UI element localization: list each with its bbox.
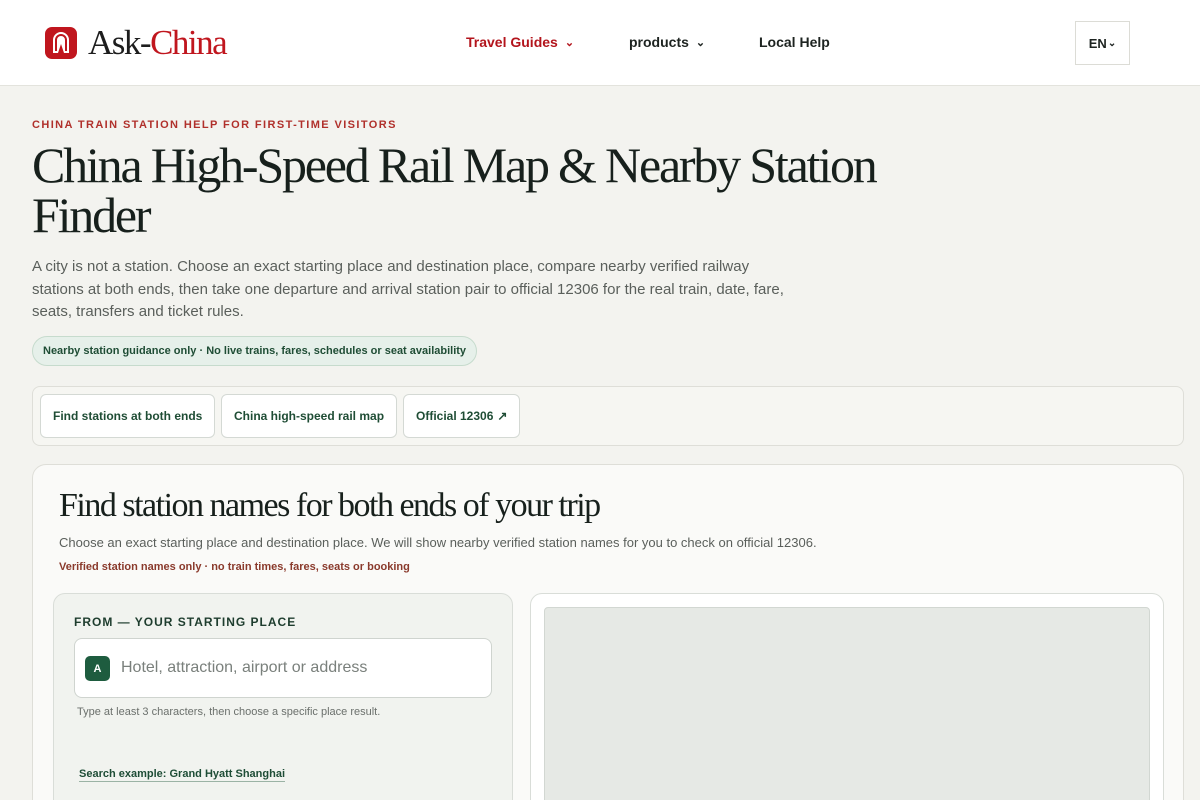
- section-tabs: Find stations at both ends China high-sp…: [32, 386, 1184, 446]
- hero-eyebrow: CHINA TRAIN STATION HELP FOR FIRST-TIME …: [32, 119, 397, 131]
- nav-local-help[interactable]: Local Help: [759, 34, 830, 50]
- tab-rail-map[interactable]: China high-speed rail map: [221, 394, 398, 438]
- map-panel: [530, 593, 1164, 800]
- language-label: EN: [1088, 35, 1107, 51]
- finder-subtitle: Choose an exact starting place and desti…: [59, 535, 817, 550]
- from-input-wrapper[interactable]: A: [74, 638, 492, 698]
- finder-title: Find station names for both ends of your…: [59, 487, 601, 524]
- site-logo[interactable]: Ask-China: [44, 23, 228, 62]
- chevron-down-icon: ⌄: [1107, 37, 1117, 49]
- nav-products[interactable]: products ⌄: [629, 34, 705, 50]
- external-link-icon: ↗: [497, 409, 508, 423]
- tab-official-12306-label: Official 12306: [416, 409, 494, 423]
- starting-place-input[interactable]: [121, 655, 481, 681]
- site-header: Ask-China Travel Guides ⌄ products ⌄ Local…: [0, 0, 1200, 86]
- ask-china-logo-icon: [45, 27, 77, 59]
- nav-local-help-label: Local Help: [759, 34, 830, 50]
- nav-products-label: products: [629, 34, 689, 50]
- hero-description: A city is not a station. Choose an exact…: [32, 258, 784, 320]
- station-map[interactable]: [544, 607, 1150, 800]
- chevron-down-icon: ⌄: [695, 37, 706, 49]
- nav-travel-guides-label: Travel Guides: [466, 34, 558, 50]
- tab-find-stations[interactable]: Find stations at both ends: [40, 394, 216, 438]
- marker-a-badge: A: [85, 656, 110, 681]
- search-example-link[interactable]: Search example: Grand Hyatt Shanghai: [79, 768, 286, 782]
- brand-name-accent: China: [150, 23, 228, 62]
- brand-name-prefix: Ask-: [88, 23, 152, 62]
- language-selector[interactable]: EN ⌄: [1075, 21, 1130, 65]
- input-hint: Type at least 3 characters, then choose …: [77, 706, 381, 718]
- page-title: China High-Speed Rail Map & Nearby Stati…: [32, 137, 878, 243]
- nav-travel-guides[interactable]: Travel Guides ⌄: [466, 34, 574, 50]
- chevron-down-icon: ⌄: [564, 37, 575, 49]
- finder-note: Verified station names only · no train t…: [59, 561, 410, 573]
- guidance-notice-badge: Nearby station guidance only · No live t…: [32, 336, 478, 366]
- from-panel: FROM — YOUR STARTING PLACE A Type at lea…: [53, 593, 513, 800]
- from-label: FROM — YOUR STARTING PLACE: [74, 615, 297, 629]
- brand-name: Ask-China: [88, 23, 228, 62]
- tab-rail-map-label: China high-speed rail map: [234, 409, 385, 423]
- tab-find-stations-label: Find stations at both ends: [53, 409, 203, 423]
- station-finder-card: Find station names for both ends of your…: [32, 464, 1184, 800]
- tab-official-12306[interactable]: Official 12306 ↗: [403, 394, 521, 438]
